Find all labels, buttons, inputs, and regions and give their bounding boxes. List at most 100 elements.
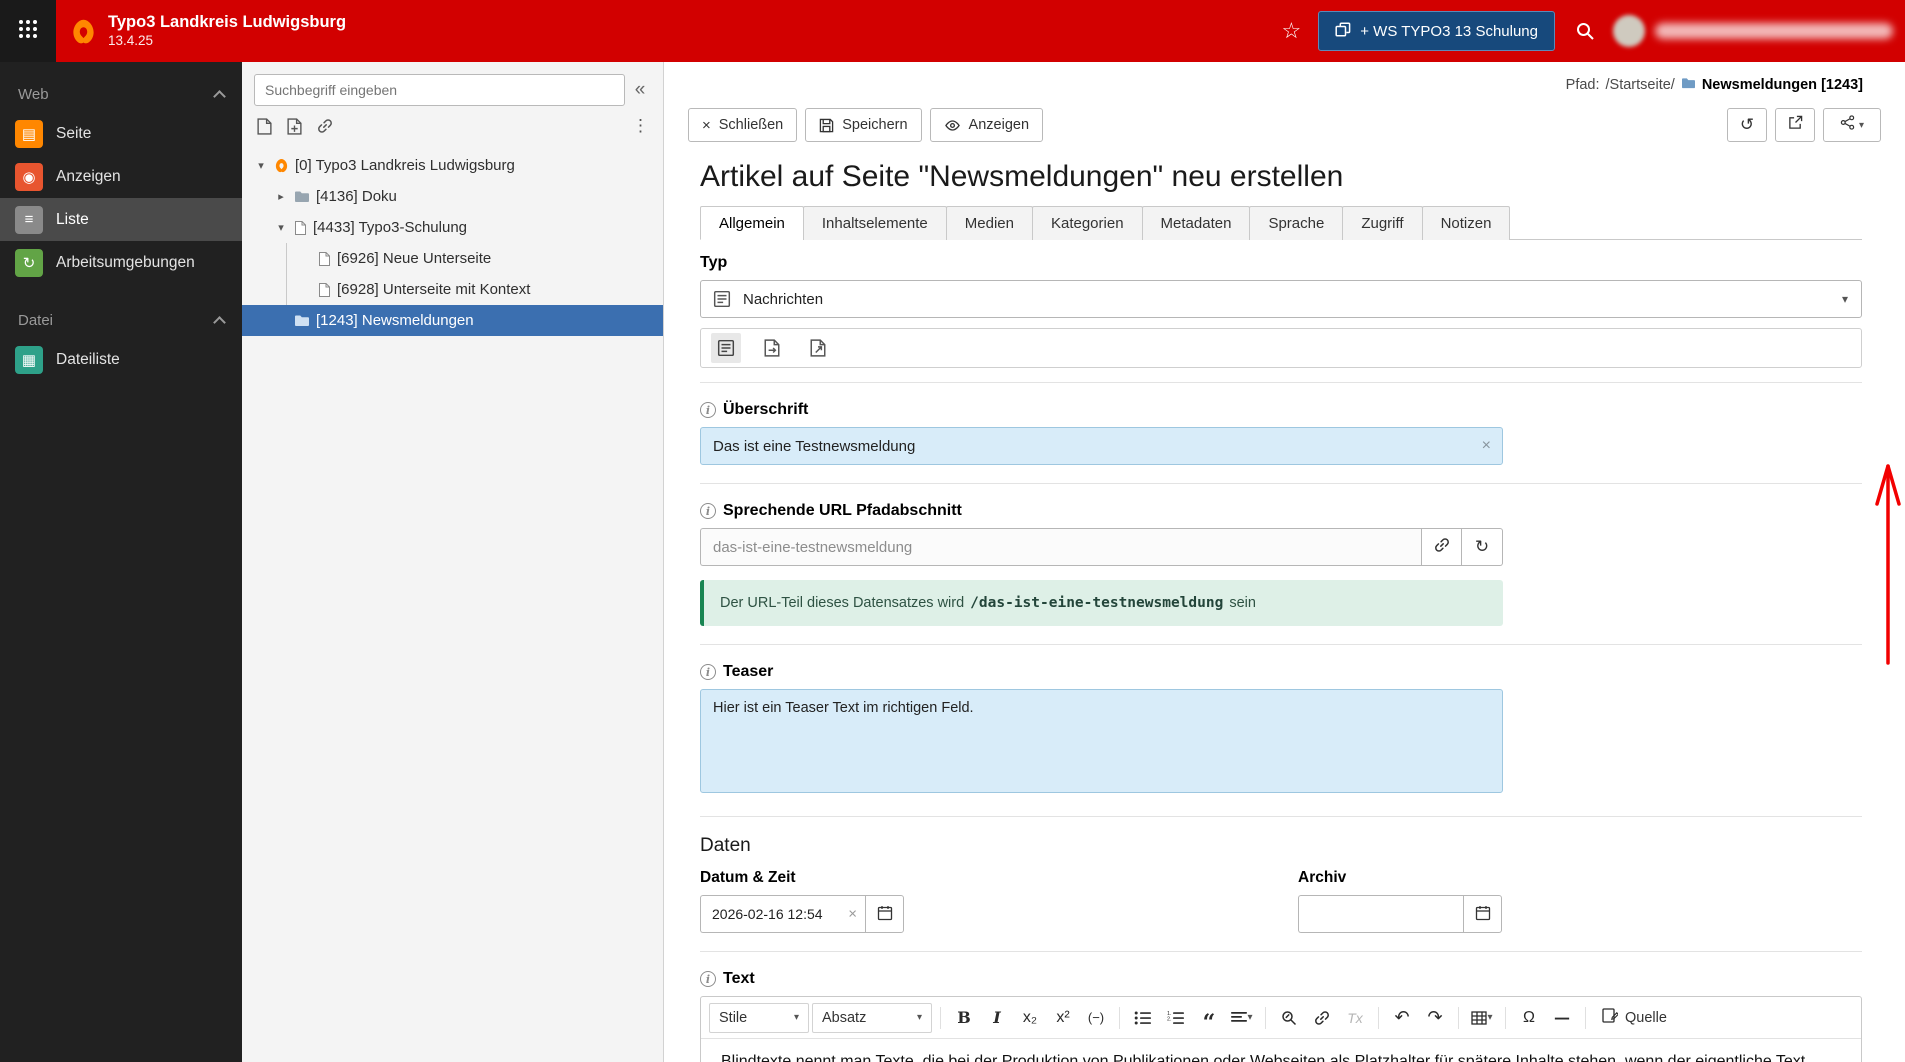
user-name-redacted[interactable] xyxy=(1655,23,1893,39)
search-icon[interactable] xyxy=(1575,21,1595,41)
link-icon[interactable] xyxy=(317,118,333,134)
page-module-icon: ▤ xyxy=(15,119,43,148)
source-editing-button[interactable]: Quelle xyxy=(1594,1003,1675,1033)
slug-recalculate-button[interactable]: ↻ xyxy=(1462,528,1503,566)
link-icon[interactable] xyxy=(1307,1003,1337,1033)
slug-link-button[interactable] xyxy=(1421,528,1462,566)
tree-node-typo3-schulung[interactable]: ▾ [4433] Typo3-Schulung xyxy=(242,212,663,243)
tree-node-doku[interactable]: ▸ [4136] Doku xyxy=(242,181,663,212)
tab-sprache[interactable]: Sprache xyxy=(1249,206,1344,240)
page-icon xyxy=(318,282,331,298)
paragraph-format-label: Absatz xyxy=(822,1009,867,1026)
tab-notizen[interactable]: Notizen xyxy=(1421,206,1511,240)
archiv-calendar-button[interactable] xyxy=(1463,895,1502,933)
info-icon[interactable]: i xyxy=(700,664,716,680)
save-button[interactable]: Speichern xyxy=(805,108,922,142)
find-replace-icon[interactable] xyxy=(1274,1003,1304,1033)
module-item-seite[interactable]: ▤ Seite xyxy=(0,112,242,155)
module-menu-toggle-button[interactable] xyxy=(0,0,56,62)
tree-node-unterseite-mit-kontext[interactable]: [6928] Unterseite mit Kontext xyxy=(242,274,663,305)
datum-input[interactable] xyxy=(700,895,865,933)
bulleted-list-icon[interactable] xyxy=(1128,1003,1158,1033)
styles-dropdown[interactable]: Stile ▾ xyxy=(709,1002,809,1033)
tab-inhaltselemente[interactable]: Inhaltselemente xyxy=(802,206,947,240)
paragraph-format-dropdown[interactable]: Absatz ▾ xyxy=(812,1002,932,1033)
module-item-liste[interactable]: ≡ Liste xyxy=(0,198,242,241)
tab-metadaten[interactable]: Metadaten xyxy=(1141,206,1251,240)
ueberschrift-input[interactable] xyxy=(700,427,1503,465)
tab-zugriff[interactable]: Zugriff xyxy=(1342,206,1423,240)
info-icon[interactable]: i xyxy=(700,402,716,418)
module-section-web[interactable]: Web xyxy=(0,76,242,112)
kebab-menu-icon[interactable]: ⋮ xyxy=(632,116,649,136)
new-page-alt-icon[interactable] xyxy=(287,117,302,135)
bold-icon[interactable]: B xyxy=(949,1003,979,1033)
bookmark-star-icon[interactable]: ☆ xyxy=(1282,18,1302,44)
chevron-down-icon[interactable]: ▾ xyxy=(254,159,268,172)
superscript-icon[interactable]: x² xyxy=(1048,1003,1078,1033)
share-button[interactable]: ▾ xyxy=(1823,108,1881,142)
archiv-input[interactable] xyxy=(1298,895,1463,933)
info-icon[interactable]: i xyxy=(700,503,716,519)
close-button[interactable]: × Schließen xyxy=(688,108,798,142)
undo-icon[interactable]: ↶ xyxy=(1387,1003,1417,1033)
article-type-icon xyxy=(713,290,731,308)
module-item-arbeitsumgebungen[interactable]: ↻ Arbeitsumgebungen xyxy=(0,241,242,284)
clear-icon[interactable]: × xyxy=(848,906,857,923)
source-icon xyxy=(1602,1008,1620,1027)
module-item-dateiliste[interactable]: ▦ Dateiliste xyxy=(0,338,242,381)
user-avatar[interactable] xyxy=(1613,15,1645,47)
tree-node-newsmeldungen[interactable]: [1243] Newsmeldungen xyxy=(242,305,663,336)
view-button[interactable]: Anzeigen xyxy=(929,108,1044,142)
special-characters-icon[interactable]: Ω xyxy=(1514,1003,1544,1033)
url-segment-input[interactable] xyxy=(700,528,1421,566)
typo3-logo-icon[interactable] xyxy=(70,18,97,45)
insert-table-dropdown[interactable]: ▾ xyxy=(1467,1003,1497,1033)
datum-label: Datum & Zeit xyxy=(700,869,796,886)
horizontal-line-icon[interactable]: — xyxy=(1547,1003,1577,1033)
fieldset-url-segment: i Sprechende URL Pfadabschnitt ↻ Der URL… xyxy=(700,483,1862,644)
history-button[interactable]: ↺ xyxy=(1727,108,1767,142)
link-icon xyxy=(1434,537,1450,558)
tree-node-root[interactable]: ▾ [0] Typo3 Landkreis Ludwigsburg xyxy=(242,150,663,181)
module-item-anzeigen[interactable]: ◉ Anzeigen xyxy=(0,155,242,198)
tree-search-input[interactable] xyxy=(254,74,625,106)
tab-medien[interactable]: Medien xyxy=(945,206,1033,240)
type-news-icon[interactable] xyxy=(711,333,741,363)
tab-allgemein[interactable]: Allgemein xyxy=(700,206,804,240)
numbered-list-icon[interactable]: 1. 2. xyxy=(1161,1003,1191,1033)
teaser-textarea[interactable]: Hier ist ein Teaser Text im richtigen Fe… xyxy=(700,689,1503,793)
info-icon[interactable]: i xyxy=(700,971,716,987)
chevron-down-icon[interactable]: ▾ xyxy=(274,221,288,234)
type-external-url-icon[interactable] xyxy=(803,333,833,363)
alignment-dropdown[interactable]: ▾ xyxy=(1227,1003,1257,1033)
clear-icon[interactable]: × xyxy=(1482,437,1491,455)
typ-select[interactable]: Nachrichten ▾ xyxy=(700,280,1862,318)
workspace-button[interactable]: + WS TYPO3 13 Schulung xyxy=(1318,11,1555,51)
close-button-label: Schließen xyxy=(718,117,784,133)
typ-select-value: Nachrichten xyxy=(743,290,824,308)
view-button-label: Anzeigen xyxy=(968,117,1030,133)
blockquote-icon[interactable]: “ xyxy=(1194,1003,1224,1034)
new-page-icon[interactable] xyxy=(257,117,272,135)
italic-icon[interactable]: I xyxy=(982,1003,1012,1033)
type-internal-page-icon[interactable] xyxy=(757,333,787,363)
tab-kategorien[interactable]: Kategorien xyxy=(1031,206,1143,240)
path-record[interactable]: Newsmeldungen [1243] xyxy=(1681,77,1863,94)
open-new-window-button[interactable] xyxy=(1775,108,1815,142)
remove-format-icon[interactable]: Tx xyxy=(1340,1003,1370,1033)
module-section-datei[interactable]: Datei xyxy=(0,302,242,338)
redo-icon[interactable]: ↷ xyxy=(1420,1003,1450,1033)
soft-hyphen-icon[interactable]: (−) xyxy=(1081,1003,1111,1033)
subscript-icon[interactable]: x₂ xyxy=(1015,1003,1045,1033)
eye-icon xyxy=(944,118,961,133)
form-body: Typ Nachrichten ▾ i Überschrift Das ist … xyxy=(664,240,1905,1062)
rte-content[interactable]: Blindtexte nennt man Texte, die bei der … xyxy=(701,1039,1861,1062)
collapse-tree-icon[interactable]: « xyxy=(625,75,655,105)
caret-down-icon: ▾ xyxy=(1841,292,1848,306)
datum-calendar-button[interactable] xyxy=(865,895,904,933)
daten-section-label: Daten xyxy=(700,835,751,856)
chevron-right-icon[interactable]: ▸ xyxy=(274,190,288,203)
filelist-module-icon: ▦ xyxy=(15,345,43,374)
tree-node-neue-unterseite[interactable]: [6926] Neue Unterseite xyxy=(242,243,663,274)
